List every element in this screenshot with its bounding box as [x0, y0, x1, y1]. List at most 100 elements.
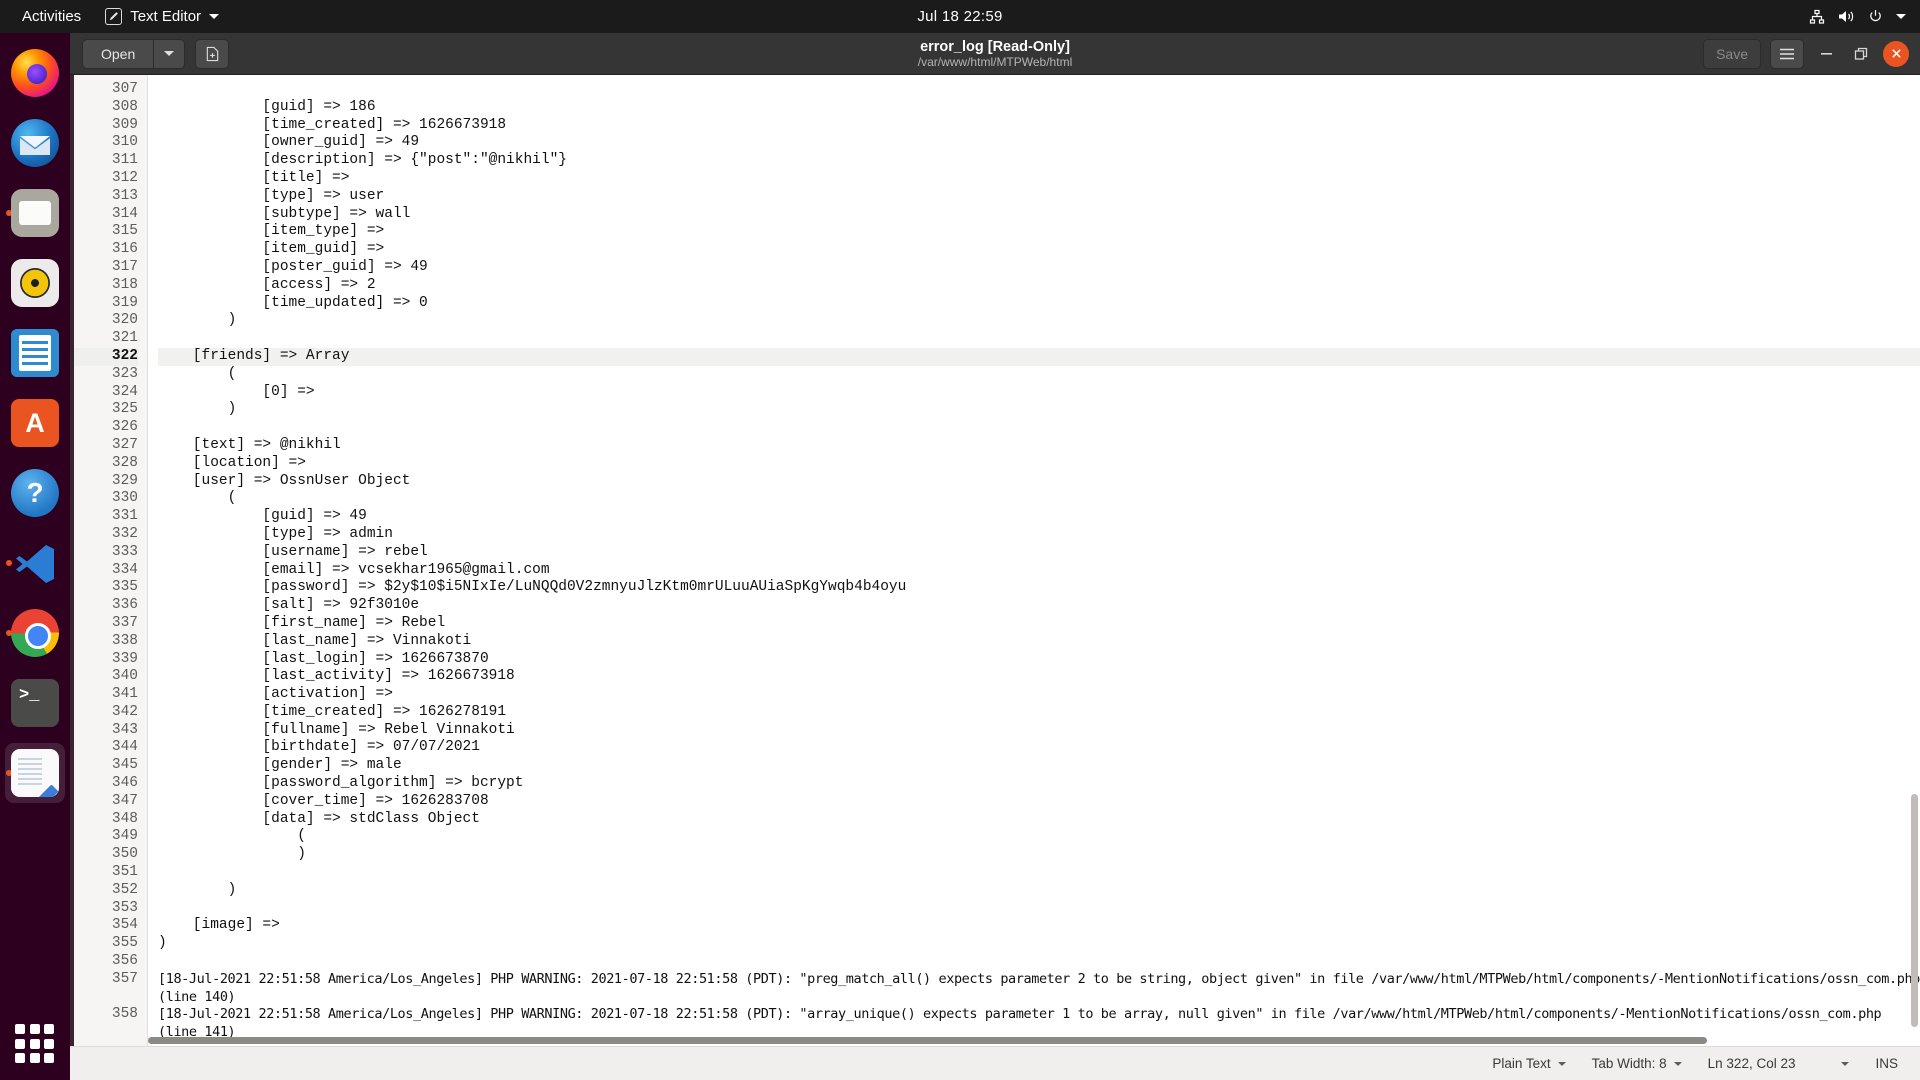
code-line[interactable]: (	[158, 828, 1920, 846]
cursor-position[interactable]: Ln 322, Col 23	[1708, 1056, 1850, 1071]
dock-item-firefox[interactable]	[5, 43, 65, 103]
code-line[interactable]: [title] =>	[158, 170, 1920, 188]
scrollbar-thumb[interactable]	[148, 1037, 1707, 1044]
code-line[interactable]: [data] => stdClass Object	[158, 811, 1920, 829]
chevron-down-icon	[1558, 1062, 1566, 1066]
code-line[interactable]: )	[158, 935, 1920, 953]
dock-item-chrome[interactable]	[5, 603, 65, 663]
clock[interactable]: Jul 18 22:59	[917, 8, 1002, 25]
code-line[interactable]: [item_type] =>	[158, 223, 1920, 241]
line-number: 307	[70, 81, 138, 99]
horizontal-scrollbar[interactable]	[148, 1037, 1920, 1046]
code-line[interactable]: [username] => rebel	[158, 544, 1920, 562]
code-line[interactable]: [image] =>	[158, 917, 1920, 935]
code-line[interactable]: [type] => admin	[158, 526, 1920, 544]
code-line[interactable]: [cover_time] => 1626283708	[158, 793, 1920, 811]
window-title-block: error_log [Read-Only] /var/www/html/MTPW…	[70, 33, 1920, 74]
line-number: 352	[70, 882, 138, 900]
code-line[interactable]: [item_guid] =>	[158, 241, 1920, 259]
code-line[interactable]: [poster_guid] => 49	[158, 259, 1920, 277]
hamburger-menu-button[interactable]	[1770, 39, 1804, 69]
dock-item-files[interactable]	[5, 183, 65, 243]
code-line[interactable]	[158, 419, 1920, 437]
dock-item-thunderbird[interactable]	[5, 113, 65, 173]
code-line[interactable]: )	[158, 846, 1920, 864]
open-button[interactable]: Open	[82, 39, 153, 69]
code-line[interactable]: [activation] =>	[158, 686, 1920, 704]
system-tray[interactable]	[1809, 9, 1906, 25]
dock-item-vscode[interactable]	[5, 533, 65, 593]
code-line[interactable]: [guid] => 49	[158, 508, 1920, 526]
code-line[interactable]: [last_login] => 1626673870	[158, 651, 1920, 669]
code-line[interactable]: [password_algorithm] => bcrypt	[158, 775, 1920, 793]
code-line[interactable]: [type] => user	[158, 188, 1920, 206]
editor-area[interactable]: 3073083093103113123133143153163173183193…	[70, 75, 1920, 1046]
line-number: 337	[70, 615, 138, 633]
vertical-scrollbar[interactable]	[1909, 75, 1918, 1046]
code-line[interactable]	[158, 900, 1920, 918]
language-selector[interactable]: Plain Text	[1492, 1056, 1565, 1071]
code-line[interactable]: )	[158, 401, 1920, 419]
line-number: 310	[70, 134, 138, 152]
cursor-position-label: Ln 322, Col 23	[1708, 1056, 1796, 1071]
code-line[interactable]: [subtype] => wall	[158, 206, 1920, 224]
code-line[interactable]: (	[158, 366, 1920, 384]
code-line[interactable]: )	[158, 882, 1920, 900]
code-line[interactable]: [time_updated] => 0	[158, 295, 1920, 313]
line-number: 347	[70, 793, 138, 811]
maximize-button[interactable]	[1848, 41, 1874, 67]
code-line[interactable]: (	[158, 490, 1920, 508]
dock-item-terminal[interactable]: >_	[5, 673, 65, 733]
code-line[interactable]: [time_created] => 1626278191	[158, 704, 1920, 722]
line-number: 309	[70, 117, 138, 135]
code-line[interactable]: [last_name] => Vinnakoti	[158, 633, 1920, 651]
code-line[interactable]: [access] => 2	[158, 277, 1920, 295]
dock-item-ubuntu-software[interactable]: A	[5, 393, 65, 453]
code-line[interactable]: [first_name] => Rebel	[158, 615, 1920, 633]
line-number: 329	[70, 473, 138, 491]
code-line[interactable]: [friends] => Array	[158, 348, 1920, 366]
chevron-down-icon[interactable]	[1896, 14, 1906, 19]
close-button[interactable]	[1883, 41, 1909, 67]
scrollbar-thumb[interactable]	[1911, 794, 1918, 1027]
code-line[interactable]: [time_created] => 1626673918	[158, 117, 1920, 135]
code-line[interactable]	[158, 81, 1920, 99]
line-number: 353	[70, 900, 138, 918]
line-number: 325	[70, 401, 138, 419]
code-line[interactable]: [user] => OssnUser Object	[158, 473, 1920, 491]
minimize-button[interactable]	[1813, 41, 1839, 67]
new-document-button[interactable]	[195, 39, 229, 69]
text-content[interactable]: [guid] => 186 [time_created] => 16266739…	[148, 75, 1920, 1046]
code-line[interactable]: [description] => {"post":"@nikhil"}	[158, 152, 1920, 170]
code-line[interactable]: [18-Jul-2021 22:51:58 America/Los_Angele…	[158, 971, 1920, 1007]
code-line[interactable]: [text] => @nikhil	[158, 437, 1920, 455]
code-line[interactable]: [last_activity] => 1626673918	[158, 668, 1920, 686]
tab-width-selector[interactable]: Tab Width: 8	[1592, 1056, 1682, 1071]
line-number: 326	[70, 419, 138, 437]
code-line[interactable]: [salt] => 92f3010e	[158, 597, 1920, 615]
dock-item-libreoffice-writer[interactable]	[5, 323, 65, 383]
code-line[interactable]: [guid] => 186	[158, 99, 1920, 117]
dock-item-text-editor[interactable]	[5, 743, 65, 803]
open-dropdown-button[interactable]	[153, 39, 185, 69]
code-line[interactable]: [fullname] => Rebel Vinnakoti	[158, 722, 1920, 740]
line-number: 312	[70, 170, 138, 188]
code-line[interactable]: [email] => vcsekhar1965@gmail.com	[158, 562, 1920, 580]
save-button[interactable]: Save	[1703, 39, 1761, 69]
code-line[interactable]: )	[158, 312, 1920, 330]
dock-item-rhythmbox[interactable]	[5, 253, 65, 313]
line-number: 346	[70, 775, 138, 793]
code-line[interactable]: [0] =>	[158, 384, 1920, 402]
show-applications-button[interactable]	[15, 1024, 55, 1064]
code-line[interactable]: [gender] => male	[158, 757, 1920, 775]
code-line[interactable]: [birthdate] => 07/07/2021	[158, 739, 1920, 757]
code-line[interactable]	[158, 864, 1920, 882]
dock-item-help[interactable]: ?	[5, 463, 65, 523]
activities-button[interactable]: Activities	[0, 0, 95, 33]
app-menu-button[interactable]: Text Editor	[95, 0, 229, 33]
code-line[interactable]	[158, 330, 1920, 348]
code-line[interactable]: [location] =>	[158, 455, 1920, 473]
code-line[interactable]	[158, 953, 1920, 971]
code-line[interactable]: [owner_guid] => 49	[158, 134, 1920, 152]
code-line[interactable]: [password] => $2y$10$i5NIxIe/LuNQQd0V2zm…	[158, 579, 1920, 597]
